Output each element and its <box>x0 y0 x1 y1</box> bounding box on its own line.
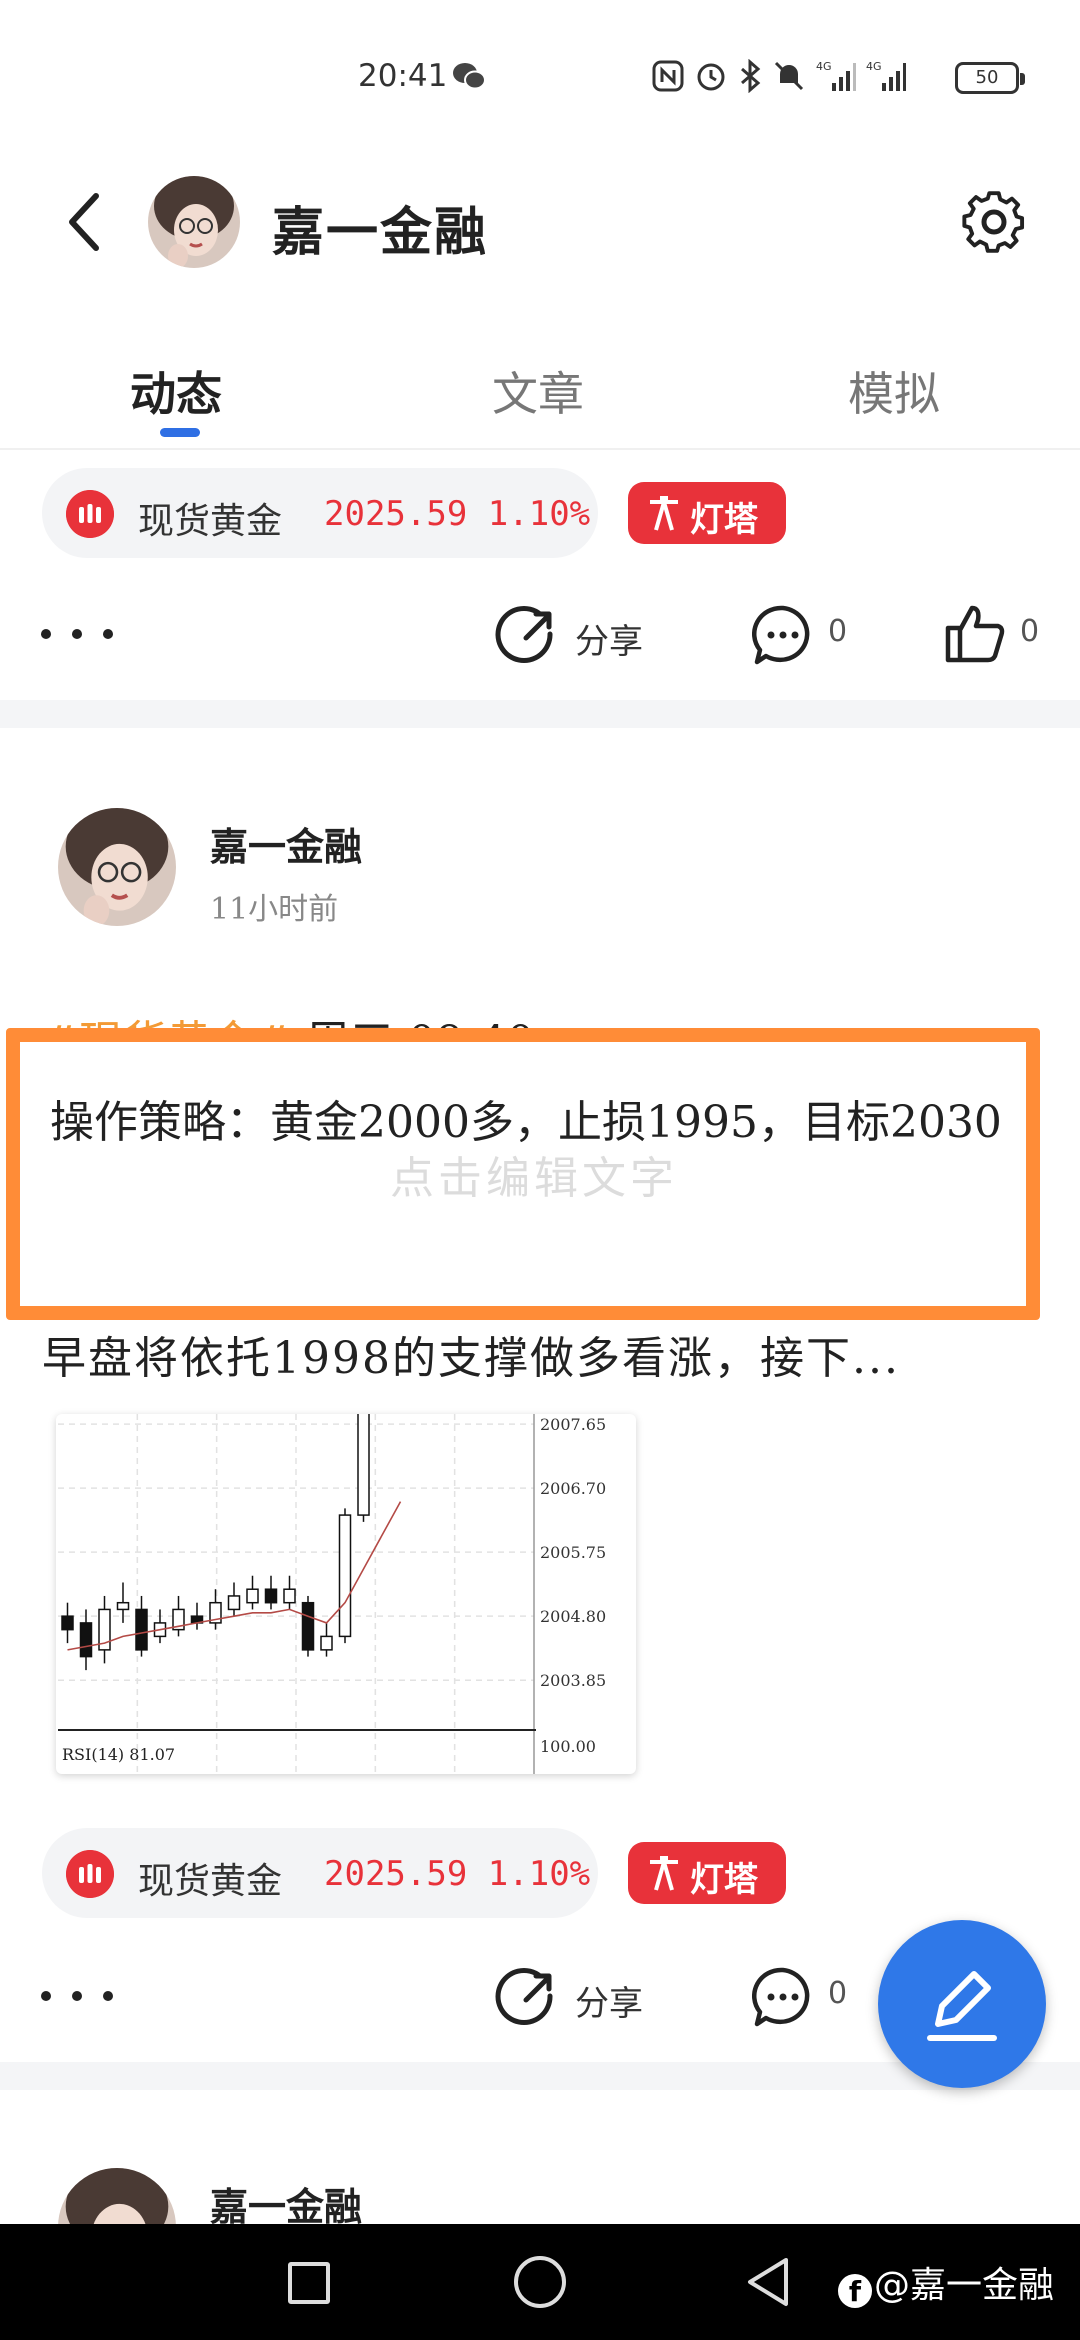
system-nav-bar: f @嘉一金融 <box>0 2224 1080 2340</box>
status-icons: 4G 4G <box>652 58 906 94</box>
nfc-icon <box>652 60 684 92</box>
lighthouse-badge-2[interactable]: 灯塔 <box>628 1842 786 1904</box>
chart-candle <box>283 1588 296 1604</box>
more-icon[interactable] <box>40 1986 114 2006</box>
lighthouse-icon <box>650 496 678 531</box>
wechat-icon <box>453 63 486 90</box>
share-label[interactable]: 分享 <box>575 614 643 663</box>
lighthouse-icon <box>650 1856 678 1891</box>
app-header: 嘉一金融 <box>0 160 1080 280</box>
edit-icon <box>927 1971 997 2041</box>
mute-icon <box>774 61 804 91</box>
like-icon[interactable] <box>944 602 1006 664</box>
signal-icon-2: 4G <box>866 60 906 91</box>
edit-text-overlay[interactable]: 点击编辑文字 操作策略：黄金2000多，止损1995，目标2030 <box>6 1028 1040 1320</box>
comment-icon[interactable] <box>752 1966 814 2028</box>
quote-price: 2025.59 1.10% <box>324 494 591 534</box>
chart-candle <box>301 1601 315 1651</box>
chart-candle <box>264 1588 278 1604</box>
compose-fab[interactable] <box>878 1920 1046 2088</box>
svg-text:4G: 4G <box>866 60 882 73</box>
candlestick-chart: 2007.65 2006.70 2005.75 2004.80 2003.85 RSI(1… <box>58 1414 606 1774</box>
lighthouse-badge[interactable]: 灯塔 <box>628 482 786 544</box>
chart-y-tick-label: 2003.85 <box>540 1671 606 1690</box>
chart-candle <box>246 1588 259 1604</box>
header-avatar[interactable] <box>148 176 240 268</box>
next-post-author[interactable]: 嘉一金融 <box>210 2176 362 2231</box>
nav-back-icon[interactable] <box>742 2254 794 2310</box>
tab-indicator <box>160 428 200 437</box>
watermark: f @嘉一金融 <box>838 2256 1054 2308</box>
quote-price: 2025.59 1.10% <box>324 1854 591 1894</box>
quote-name: 现货黄金 <box>138 501 283 542</box>
post-action-bar: 分享 0 0 <box>0 590 1080 690</box>
back-icon[interactable] <box>60 190 110 254</box>
comment-count: 0 <box>828 1976 848 2011</box>
chart-y-tick-label: 2005.75 <box>540 1543 606 1562</box>
recent-apps-button[interactable] <box>288 2262 330 2304</box>
quote-pill[interactable]: 现货黄金 2025.59 1.10% <box>42 468 598 558</box>
status-bar: 20:41 4G 4G 50 <box>0 0 1080 150</box>
tab-bar: 动态 文章 模拟 <box>0 340 1080 450</box>
tab-dynamics[interactable]: 动态 <box>130 358 222 424</box>
battery-indicator: 50 <box>955 62 1025 94</box>
post-author-name[interactable]: 嘉一金融 <box>210 816 362 871</box>
quote-pill-2[interactable]: 现货黄金 2025.59 1.10% <box>42 1828 598 1918</box>
chart-y-tick-label: 2006.70 <box>540 1479 606 1498</box>
share-icon[interactable] <box>494 1966 558 2030</box>
status-time: 20:41 <box>358 58 448 94</box>
chart-indicator-value: 100.00 <box>540 1737 596 1756</box>
chart-candle <box>135 1608 148 1651</box>
chart-candle <box>338 1514 352 1638</box>
chart-indicator-label: RSI(14) 81.07 <box>62 1745 175 1764</box>
more-icon[interactable] <box>40 624 114 644</box>
lighthouse-label: 灯塔 <box>690 1860 758 1900</box>
lighthouse-label: 灯塔 <box>690 500 758 540</box>
post-author-avatar[interactable] <box>58 808 176 926</box>
chart-y-tick-label: 2007.65 <box>540 1415 606 1434</box>
post-chart-image[interactable]: 2007.65 2006.70 2005.75 2004.80 2003.85 RSI(1… <box>56 1414 636 1774</box>
signal-icon-1: 4G <box>816 60 856 91</box>
comment-count: 0 <box>828 614 848 649</box>
facebook-icon: f <box>838 2274 872 2308</box>
tab-articles[interactable]: 文章 <box>492 358 584 424</box>
post-divider <box>0 700 1080 728</box>
alarm-icon <box>697 63 725 91</box>
settings-icon[interactable] <box>958 186 1030 258</box>
chart-candle <box>320 1635 333 1651</box>
share-icon[interactable] <box>494 604 558 668</box>
post-time: 11小时前 <box>210 892 339 927</box>
svg-text:4G: 4G <box>816 60 832 73</box>
chart-candle <box>357 1414 370 1516</box>
chart-candle <box>227 1595 241 1611</box>
chart-candle <box>116 1601 130 1611</box>
quote-chart-icon <box>66 1850 114 1898</box>
quote-chart-icon <box>66 490 114 538</box>
comment-icon[interactable] <box>752 604 814 666</box>
chart-candle <box>61 1615 74 1631</box>
page-title: 嘉一金融 <box>272 202 489 263</box>
share-label[interactable]: 分享 <box>575 1976 643 2025</box>
bluetooth-icon <box>741 59 761 93</box>
like-count: 0 <box>1020 614 1040 649</box>
tab-simulation[interactable]: 模拟 <box>848 358 940 424</box>
home-button[interactable] <box>514 2256 566 2308</box>
quote-name: 现货黄金 <box>138 1861 283 1902</box>
chart-candle <box>79 1622 93 1658</box>
post-body-preview[interactable]: 早盘将依托1998的支撑做多看涨，接下... <box>42 1322 900 1386</box>
overlay-strategy-text[interactable]: 操作策略：黄金2000多，止损1995，目标2030 <box>50 1082 1030 1164</box>
chart-y-tick-label: 2004.80 <box>540 1607 606 1626</box>
